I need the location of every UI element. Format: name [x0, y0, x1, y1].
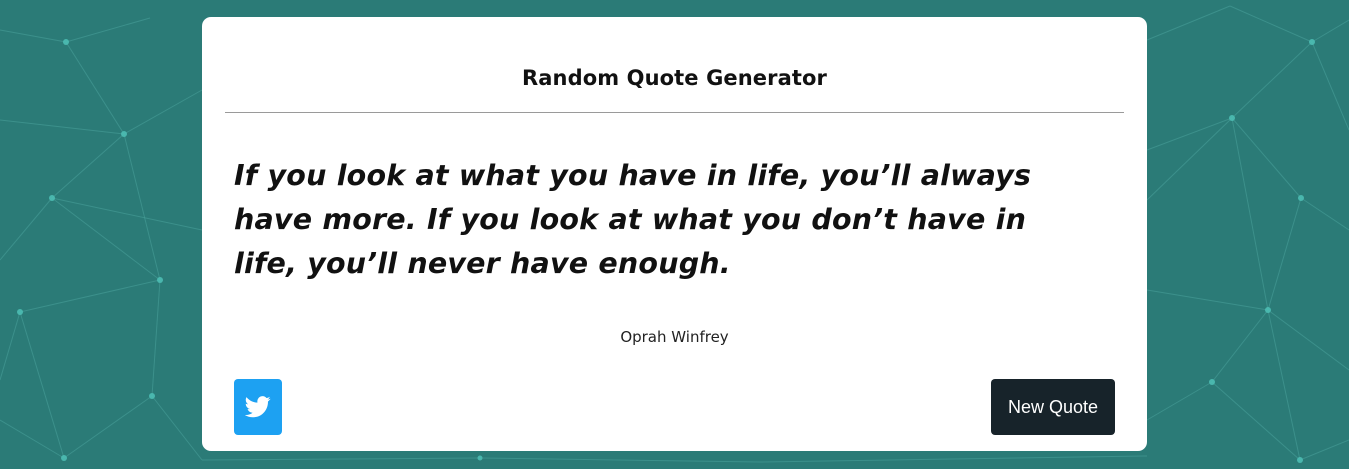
twitter-icon — [245, 396, 271, 418]
quote-text: If you look at what you have in life, yo… — [234, 159, 1032, 280]
quote-card: Random Quote Generator If you look at wh… — [202, 17, 1147, 451]
title-divider — [225, 112, 1124, 113]
new-quote-button[interactable]: New Quote — [991, 379, 1115, 435]
quote-author: Oprah Winfrey — [620, 328, 729, 346]
tweet-quote-button[interactable] — [234, 379, 282, 435]
page-title: Random Quote Generator — [522, 66, 827, 90]
